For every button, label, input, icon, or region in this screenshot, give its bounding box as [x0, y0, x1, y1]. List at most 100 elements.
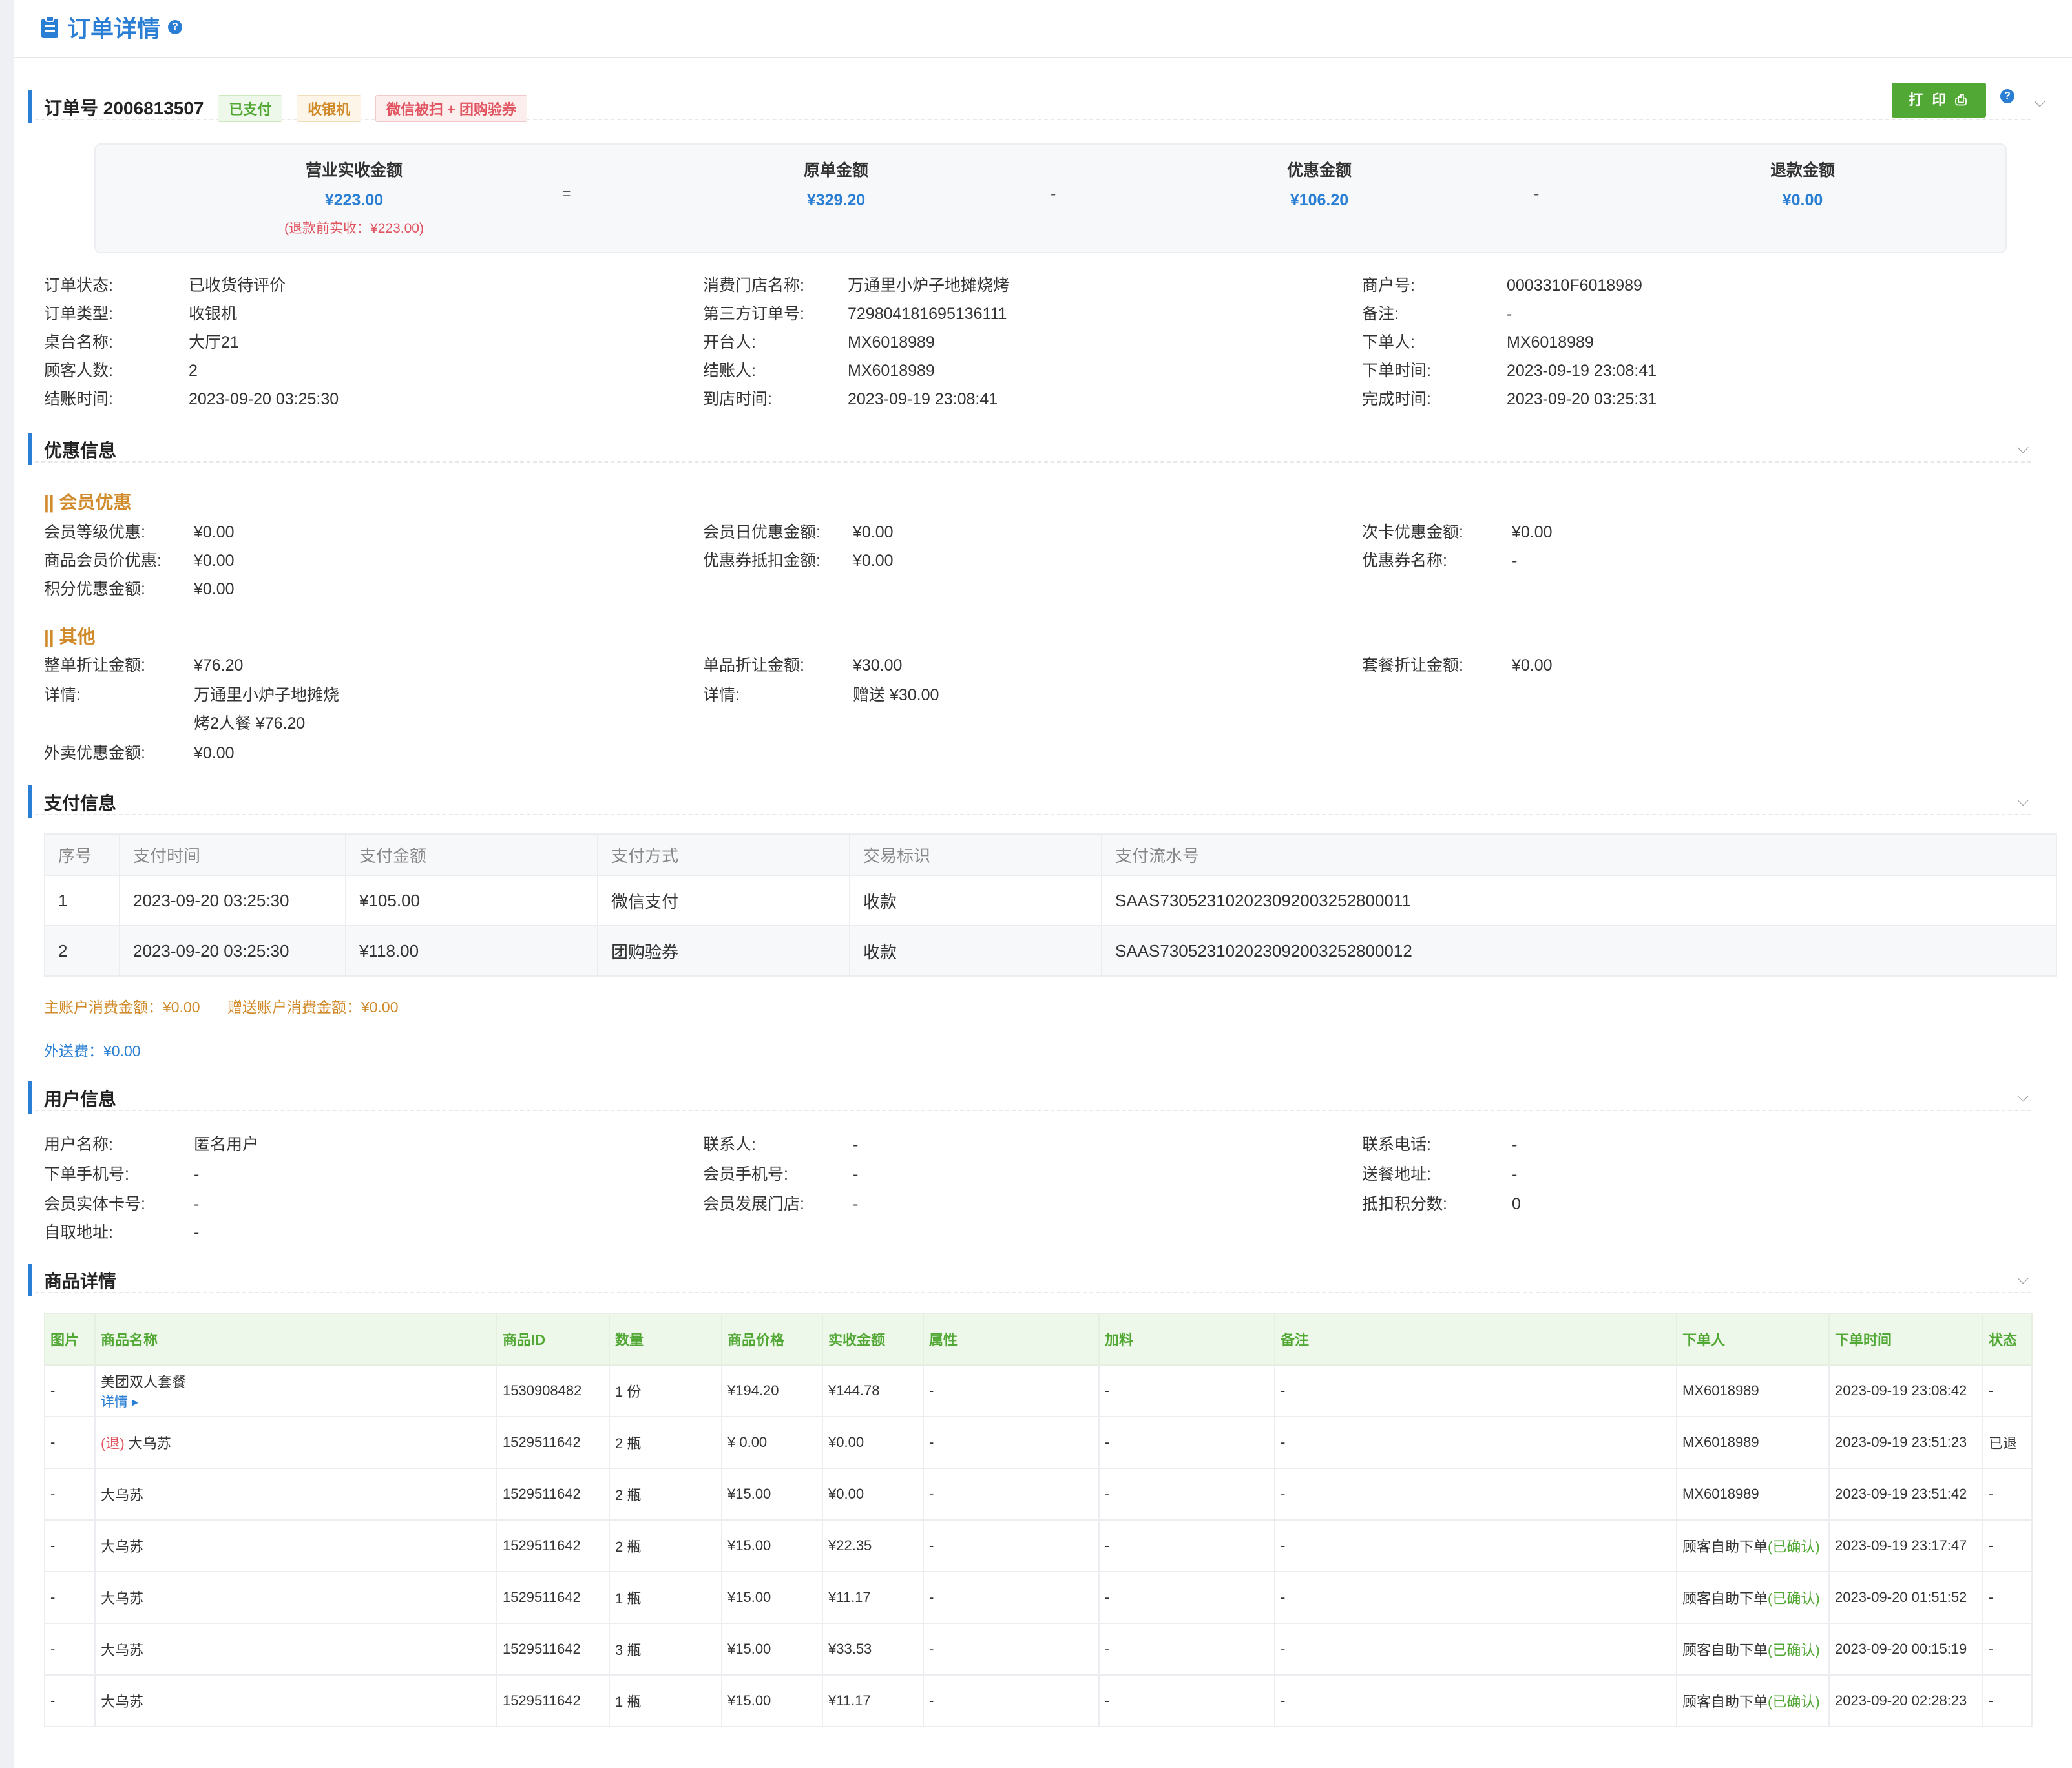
table-cell: -	[1982, 1468, 2033, 1521]
column-header: 商品名称	[94, 1313, 497, 1366]
section-title: 优惠信息	[44, 441, 117, 461]
table-row: - 大乌苏 1529511642 1 瓶 ¥15.00 ¥11.17 - - -…	[44, 1674, 2033, 1727]
section-title: 支付信息	[44, 793, 117, 813]
table-cell: -	[44, 1416, 96, 1469]
column-header: 支付方式	[597, 833, 850, 876]
field-label: 备注:	[1362, 305, 1399, 323]
field-label: 详情:	[44, 686, 81, 704]
field-label: 积分优惠金额:	[44, 580, 145, 598]
table-cell: ¥11.17	[822, 1674, 924, 1727]
field-value: 2023-09-19 23:08:41	[848, 390, 998, 408]
table-cell: -	[1098, 1468, 1275, 1521]
order-number: 订单号 2006813507	[44, 98, 204, 118]
page-header: 订单详情 ?	[14, 0, 2072, 58]
table-cell: -	[1982, 1623, 2033, 1676]
minus-sign: -	[1051, 185, 1056, 203]
table-cell: ¥11.17	[822, 1571, 924, 1624]
order-title-row: 订单号 2006813507 已支付 收银机 微信被扫 + 团购验券	[44, 94, 527, 122]
section-bar	[28, 785, 32, 818]
column-header: 商品ID	[496, 1313, 610, 1366]
other-discount-title: || 其他	[44, 627, 96, 647]
column-header: 状态	[1982, 1313, 2033, 1366]
actual-amount-before-refund: (退款前实收：¥223.00)	[284, 221, 424, 236]
field-label: 到店时间:	[703, 390, 772, 408]
table-cell: 1 瓶	[609, 1674, 722, 1727]
discount-section-header[interactable]: 优惠信息 ⌵	[28, 430, 2031, 465]
table-cell: 2 瓶	[609, 1519, 722, 1572]
confirmed-mark: (已确认)	[1768, 1539, 1820, 1555]
user-section-header[interactable]: 用户信息 ⌵	[28, 1079, 2031, 1114]
table-cell: 2023-09-20 03:25:30	[119, 875, 346, 926]
chevron-down-icon[interactable]: ⌵	[2017, 792, 2031, 809]
field-label: 开台人:	[703, 333, 756, 351]
detail-link[interactable]: 详情 ▸	[101, 1391, 491, 1411]
confirmed-mark: (已确认)	[1768, 1694, 1820, 1710]
table-cell: 2023-09-20 02:28:23	[1828, 1674, 1983, 1727]
table-cell: -	[44, 1364, 96, 1417]
member-discount-title: || 会员优惠	[44, 492, 132, 512]
field-label: 下单时间:	[1362, 362, 1431, 380]
table-cell: 顾客自助下单(已确认)	[1676, 1674, 1830, 1727]
field-value: -	[194, 1165, 200, 1183]
clipboard-icon	[41, 16, 58, 38]
section-bar	[28, 1264, 32, 1296]
product-name: 美团双人套餐	[101, 1374, 187, 1390]
table-cell: 收款	[849, 925, 1102, 977]
table-cell: 顾客自助下单(已确认)	[1676, 1519, 1830, 1572]
table-cell: ¥194.20	[721, 1364, 823, 1417]
order-section-header: 订单号 2006813507 已支付 收银机 微信被扫 + 团购验券	[28, 88, 2031, 123]
table-cell: ¥15.00	[721, 1519, 823, 1572]
field-value: ¥0.00	[194, 580, 235, 598]
page-title-text: 订单详情	[67, 16, 161, 42]
field-value: ¥0.00	[853, 552, 894, 570]
table-cell: 1529511642	[496, 1416, 610, 1469]
confirmed-mark: (已确认)	[1768, 1590, 1820, 1607]
help-icon[interactable]: ?	[168, 20, 183, 34]
payment-section-header[interactable]: 支付信息 ⌵	[28, 783, 2031, 818]
table-cell: 1529511642	[496, 1571, 610, 1624]
field-label: 结账人:	[703, 362, 756, 380]
tag-payment-method: 微信被扫 + 团购验券	[375, 95, 527, 122]
field-value: ¥76.20	[194, 656, 244, 674]
field-label: 会员实体卡号:	[44, 1195, 145, 1213]
table-cell: SAAS730523102023092003252800011	[1101, 875, 2057, 926]
column-header: 支付流水号	[1101, 833, 2057, 876]
table-cell: ¥0.00	[822, 1468, 924, 1521]
chevron-down-icon[interactable]: ⌵	[2017, 1270, 2031, 1287]
field-value: 0003310F6018989	[1507, 276, 1642, 295]
field-value: MX6018989	[848, 333, 935, 351]
field-label: 顾客人数:	[44, 362, 113, 380]
section-title: 商品详情	[44, 1271, 117, 1291]
help-icon-right[interactable]: ?	[2000, 89, 2014, 103]
table-cell: 2023-09-19 23:51:42	[1828, 1468, 1983, 1521]
field-label: 下单人:	[1362, 333, 1415, 351]
tag-cashier: 收银机	[297, 95, 362, 122]
goods-section-header[interactable]: 商品详情 ⌵	[28, 1261, 2031, 1296]
table-cell: -	[44, 1468, 96, 1521]
actual-amount: 营业实收金额 ¥223.00 (退款前实收：¥223.00)	[225, 158, 483, 237]
field-value: 匿名用户	[194, 1136, 259, 1154]
gift-account-amount: 赠送账户消费金额：¥0.00	[227, 999, 399, 1015]
chevron-down-icon[interactable]: ⌵	[2017, 1088, 2031, 1105]
column-header: 交易标识	[849, 833, 1102, 876]
table-cell: 大乌苏	[94, 1623, 497, 1676]
equals-sign: =	[562, 185, 572, 203]
field-value: -	[1512, 1165, 1518, 1183]
table-cell: 大乌苏	[94, 1674, 497, 1727]
field-label: 套餐折让金额:	[1362, 656, 1463, 674]
table-cell: ¥105.00	[345, 875, 598, 926]
field-value: 2023-09-20 03:25:30	[189, 390, 339, 408]
table-cell: -	[1982, 1674, 2033, 1727]
print-button[interactable]: 打 印 ⎙	[1892, 83, 1986, 118]
table-cell: 微信支付	[597, 875, 850, 926]
table-cell: 2 瓶	[609, 1468, 722, 1521]
amount-summary: 营业实收金额 ¥223.00 (退款前实收：¥223.00) = 原单金额 ¥3…	[94, 143, 2007, 253]
field-label: 订单状态:	[44, 276, 113, 295]
chevron-down-icon[interactable]: ⌵	[2017, 439, 2031, 457]
table-cell: ¥ 0.00	[721, 1416, 823, 1469]
chevron-down-icon[interactable]: ⌵	[2034, 93, 2046, 111]
table-cell: MX6018989	[1676, 1416, 1830, 1469]
table-cell: 大乌苏	[94, 1468, 497, 1521]
section-bar	[28, 90, 32, 123]
table-row: - 大乌苏 1529511642 3 瓶 ¥15.00 ¥33.53 - - -…	[44, 1623, 2033, 1676]
